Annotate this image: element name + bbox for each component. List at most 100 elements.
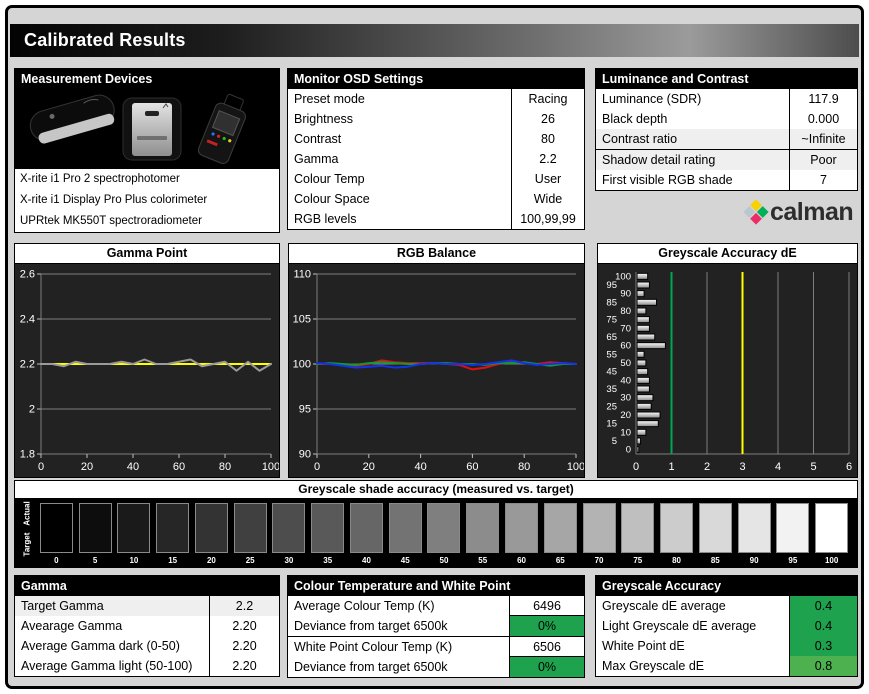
swatch-label: 90 — [749, 556, 759, 565]
swatch-label: 20 — [206, 556, 216, 565]
svg-text:10: 10 — [620, 427, 631, 438]
swatch-label: 15 — [168, 556, 178, 565]
row-value: 26 — [511, 109, 584, 129]
swatch-cell: 75 — [618, 503, 657, 565]
grey-swatch — [311, 503, 345, 553]
swatch-label: 80 — [672, 556, 682, 565]
swatch-cell: 95 — [773, 503, 812, 565]
colorimeter-icon — [122, 97, 182, 161]
row-value: 0.3 — [789, 636, 857, 656]
swatch-label: 0 — [54, 556, 59, 565]
svg-text:80: 80 — [518, 461, 530, 473]
swatch-label: 40 — [362, 556, 371, 565]
svg-text:60: 60 — [173, 461, 185, 473]
grey-swatch — [272, 503, 306, 553]
svg-text:95: 95 — [606, 280, 617, 291]
grey-swatch — [776, 503, 810, 553]
svg-text:0: 0 — [626, 445, 631, 456]
device-caption: X-rite i1 Pro 2 spectrophotomer — [20, 173, 180, 185]
panel-measurement-devices: Measurement Devices X-rite i1 Pro 2 spec… — [14, 68, 280, 233]
svg-text:60: 60 — [620, 341, 631, 352]
chart-title: Greyscale Accuracy dE — [598, 244, 857, 264]
luminance-table: Luminance (SDR) 117.9 Black depth 0.000 Cont… — [596, 89, 857, 190]
osd-settings-table: Preset mode Racing Brightness 26 Contrast 80 G… — [288, 89, 584, 229]
table-row: Contrast ratio ~Infinite — [596, 129, 857, 150]
table-row: Shadow detail rating Poor — [596, 150, 857, 170]
svg-text:25: 25 — [606, 401, 617, 412]
calman-logo: calman — [742, 196, 854, 228]
row-label: White Point Colour Temp (K) — [294, 640, 453, 654]
swatch-cell: 70 — [580, 503, 619, 565]
row-value: 0.4 — [789, 616, 857, 636]
swatch-label: 45 — [400, 556, 410, 565]
panel-header: Gamma — [15, 576, 279, 596]
table-row: White Point Colour Temp (K) 6506 — [288, 637, 584, 657]
swatch-label: 100 — [824, 556, 839, 565]
grey-swatch — [156, 503, 190, 553]
swatch-label: 70 — [594, 556, 604, 565]
target-axis-label: Target — [22, 532, 32, 557]
row-label: Preset mode — [294, 92, 365, 106]
grey-swatch — [39, 503, 73, 553]
grey-swatch — [621, 503, 655, 553]
svg-text:0: 0 — [38, 461, 44, 473]
grey-swatch — [737, 503, 771, 553]
gamma-table: Target Gamma 2.2 Avearage Gamma 2.20 Average… — [15, 596, 279, 676]
row-label: Average Gamma dark (0-50) — [21, 639, 180, 653]
swatch-cell: 60 — [502, 503, 541, 565]
svg-text:40: 40 — [620, 375, 631, 386]
table-row: Colour Space Wide — [288, 189, 584, 209]
panel-header: Colour Temperature and White Point — [288, 576, 584, 596]
swatch-label: 50 — [439, 556, 449, 565]
swatch-cell: 10 — [115, 503, 154, 565]
svg-text:2.2: 2.2 — [20, 359, 35, 371]
row-label: Deviance from target 6500k — [294, 660, 448, 674]
swatch-cell: 0 — [37, 503, 76, 565]
row-label: Luminance (SDR) — [602, 92, 702, 106]
svg-text:1: 1 — [668, 461, 674, 473]
grey-swatch — [582, 503, 616, 553]
row-label: Contrast — [294, 132, 342, 146]
svg-text:100: 100 — [262, 461, 279, 473]
table-row: Preset mode Racing — [288, 89, 584, 109]
grey-swatch — [78, 503, 112, 553]
row-value: ~Infinite — [789, 129, 857, 149]
svg-text:2.4: 2.4 — [20, 314, 35, 326]
svg-text:2.6: 2.6 — [20, 269, 35, 281]
svg-text:100: 100 — [293, 359, 311, 371]
swatch-label: 5 — [92, 556, 98, 565]
grey-swatch — [815, 503, 849, 553]
row-value: Poor — [789, 150, 857, 170]
greyscale-accuracy-table: Greyscale dE average 0.4 Light Greyscale d… — [596, 596, 857, 676]
swatch-cell: 30 — [270, 503, 309, 565]
grey-swatch — [427, 503, 461, 553]
gamma-point-chart: Gamma Point 1.8 2 2.2 2.4 2.6 0 20 40 60 80 100 — [14, 243, 280, 478]
swatch-label: 95 — [788, 556, 798, 565]
row-label: Shadow detail rating — [602, 153, 716, 167]
svg-text:4: 4 — [775, 461, 781, 473]
row-label: Colour Temp — [294, 172, 365, 186]
swatch-cell: 15 — [153, 503, 192, 565]
svg-text:100: 100 — [615, 271, 631, 282]
row-value: 2.2 — [209, 596, 279, 616]
grey-swatch — [505, 503, 539, 553]
svg-text:65: 65 — [606, 332, 617, 343]
row-value: 0.8 — [789, 656, 857, 676]
row-value: 117.9 — [789, 89, 857, 109]
panel-greyscale-accuracy: Greyscale Accuracy Greyscale dE average 0… — [595, 575, 858, 677]
row-label: RGB levels — [294, 212, 357, 226]
chart-title: RGB Balance — [289, 244, 584, 264]
row-value: Racing — [511, 89, 584, 109]
svg-text:2: 2 — [29, 404, 35, 416]
svg-text:40: 40 — [414, 461, 426, 473]
swatch-label: 30 — [284, 556, 294, 565]
row-label: Greyscale dE average — [602, 599, 726, 613]
svg-text:90: 90 — [299, 449, 311, 461]
greyscale-de-plot: 0 1 2 3 4 5 6100959085807570656055504540353025… — [606, 271, 852, 473]
row-label: Contrast ratio — [602, 132, 678, 146]
table-row: Black depth 0.000 — [596, 109, 857, 129]
grey-swatch — [698, 503, 732, 553]
row-label: Average Colour Temp (K) — [294, 599, 435, 613]
row-value: 2.20 — [209, 616, 279, 636]
gamma-point-plot: 1.8 2 2.2 2.4 2.6 0 20 40 60 80 100 — [20, 269, 279, 474]
